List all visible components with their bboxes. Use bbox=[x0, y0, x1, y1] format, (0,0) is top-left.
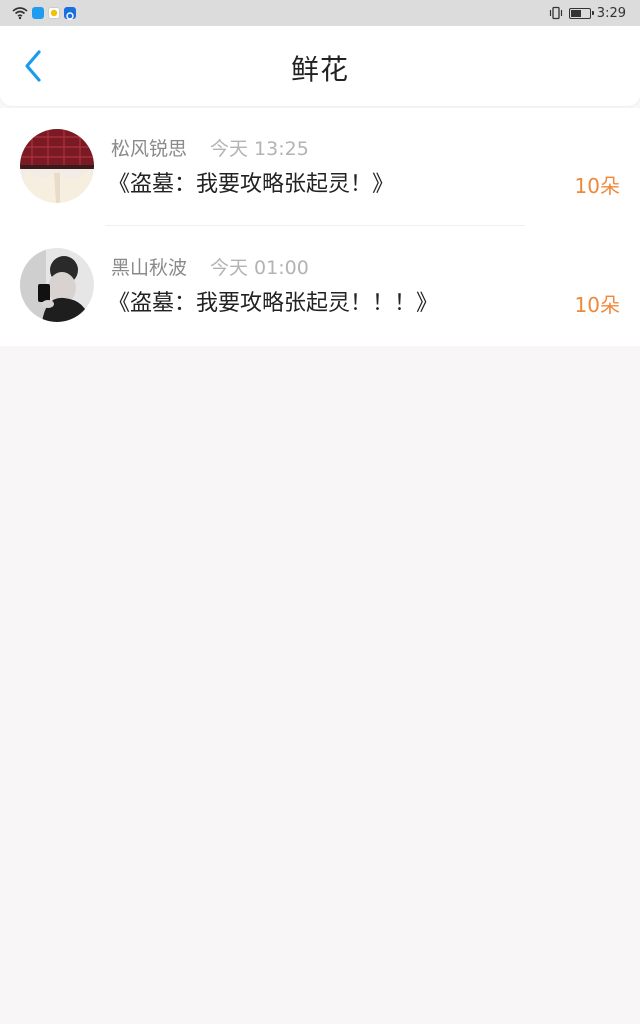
status-icons-right: 3:29 bbox=[549, 3, 626, 23]
status-time: 3:29 bbox=[596, 5, 626, 21]
header: 鲜花 bbox=[0, 26, 640, 106]
page-title: 鲜花 bbox=[290, 53, 349, 86]
list-item[interactable]: 松风锐思 今天 13:25 《盗墓：我要攻略张起灵！》 10朵 bbox=[0, 108, 640, 227]
status-icons-left bbox=[12, 4, 76, 22]
status-bar: 3:29 bbox=[0, 0, 640, 26]
flower-count: 10朵 bbox=[574, 293, 620, 317]
user-name[interactable]: 黑山秋波 bbox=[111, 256, 187, 280]
post-time: 今天 13:25 bbox=[210, 138, 309, 160]
book-title[interactable]: 《盗墓：我要攻略张起灵！》 bbox=[108, 171, 394, 199]
user-name[interactable]: 松风锐思 bbox=[111, 137, 187, 161]
post-time: 今天 01:00 bbox=[210, 257, 309, 279]
battery-icon bbox=[568, 7, 594, 19]
flower-list: 松风锐思 今天 13:25 《盗墓：我要攻略张起灵！》 10朵 黑山秋波 今天 … bbox=[0, 108, 640, 346]
flower-count: 10朵 bbox=[574, 174, 620, 198]
app-yellow-icon bbox=[48, 7, 60, 19]
avatar[interactable] bbox=[20, 248, 94, 322]
wifi-icon bbox=[12, 7, 28, 20]
list-item[interactable]: 黑山秋波 今天 01:00 《盗墓：我要攻略张起灵！！！》 10朵 bbox=[0, 227, 640, 346]
divider bbox=[105, 225, 525, 226]
app-shield-icon bbox=[64, 7, 76, 20]
app-blue-icon bbox=[32, 7, 44, 19]
vibrate-icon bbox=[549, 6, 562, 20]
book-title[interactable]: 《盗墓：我要攻略张起灵！！！》 bbox=[108, 290, 438, 318]
avatar[interactable] bbox=[20, 129, 94, 203]
